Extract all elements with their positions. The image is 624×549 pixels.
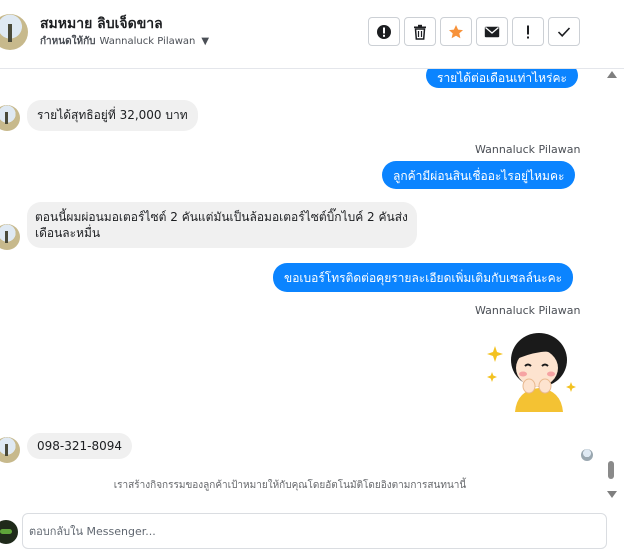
spam-button[interactable] — [368, 17, 400, 46]
contact-avatar-small — [0, 224, 20, 250]
assigned-to-name: Wannaluck Pilawan — [99, 36, 196, 47]
check-icon — [557, 26, 571, 37]
message-incoming[interactable]: รายได้สุทธิอยู่ที่ 32,000 บาท — [27, 100, 198, 131]
delete-button[interactable] — [404, 17, 436, 46]
message-incoming[interactable]: ตอนนี้ผมผ่อนมอเตอร์ไซต์ 2 คันแต่มันเป็นล… — [27, 202, 417, 248]
envelope-icon — [484, 26, 500, 37]
mark-done-button[interactable] — [548, 17, 580, 46]
reply-input[interactable] — [22, 513, 607, 549]
assignment-dropdown[interactable]: กำหนดให้กับ Wannaluck Pilawan ▼ — [40, 34, 209, 49]
contact-avatar[interactable] — [0, 14, 28, 50]
message-outgoing[interactable]: ลูกค้ามีผ่อนสินเชื่ออะไรอยู่ไหมคะ — [382, 161, 576, 189]
reply-composer — [0, 512, 624, 549]
sender-name: Wannaluck Pilawan — [475, 143, 581, 156]
trash-icon — [414, 24, 426, 40]
assigned-label: กำหนดให้กับ — [40, 36, 96, 47]
exclamation-icon — [527, 25, 529, 38]
message-thread[interactable]: รายได้ต่อเดือนเท่าไหร่คะ รายได้สุทธิอยู่… — [0, 69, 600, 509]
contact-name[interactable]: สมหมาย ลิบเจ็ดขาล — [40, 13, 163, 35]
thread-scrollbar[interactable] — [603, 69, 623, 509]
conversation-toolbar — [368, 17, 580, 46]
scroll-down-arrow-icon[interactable] — [607, 491, 617, 498]
automation-notice: เราสร้างกิจกรรมของลูกค้าเป้าหมายให้กับคุ… — [113, 480, 467, 491]
caret-down-icon: ▼ — [201, 36, 210, 47]
star-icon — [449, 24, 463, 38]
contact-avatar-small — [0, 437, 20, 463]
sender-name: Wannaluck Pilawan — [475, 304, 581, 317]
message-outgoing[interactable]: ขอเบอร์โทรติดต่อคุยรายละเอียดเพิ่มเติมกั… — [273, 263, 574, 292]
mark-unread-button[interactable] — [476, 17, 508, 46]
message-outgoing[interactable]: รายได้ต่อเดือนเท่าไหร่คะ — [426, 69, 578, 88]
scroll-up-arrow-icon[interactable] — [607, 71, 617, 78]
scroll-thumb[interactable] — [608, 461, 614, 479]
seen-indicator-avatar — [581, 449, 593, 461]
contact-avatar-small — [0, 105, 20, 131]
star-button[interactable] — [440, 17, 472, 46]
message-incoming[interactable]: 098-321-8094 — [27, 433, 133, 459]
conversation-header: สมหมาย ลิบเจ็ดขาล กำหนดให้กับ Wannaluck … — [0, 0, 624, 69]
alert-circle-icon — [377, 24, 391, 39]
girl-happy-sticker[interactable] — [483, 324, 583, 414]
page-avatar — [0, 520, 18, 544]
follow-up-button[interactable] — [512, 17, 544, 46]
